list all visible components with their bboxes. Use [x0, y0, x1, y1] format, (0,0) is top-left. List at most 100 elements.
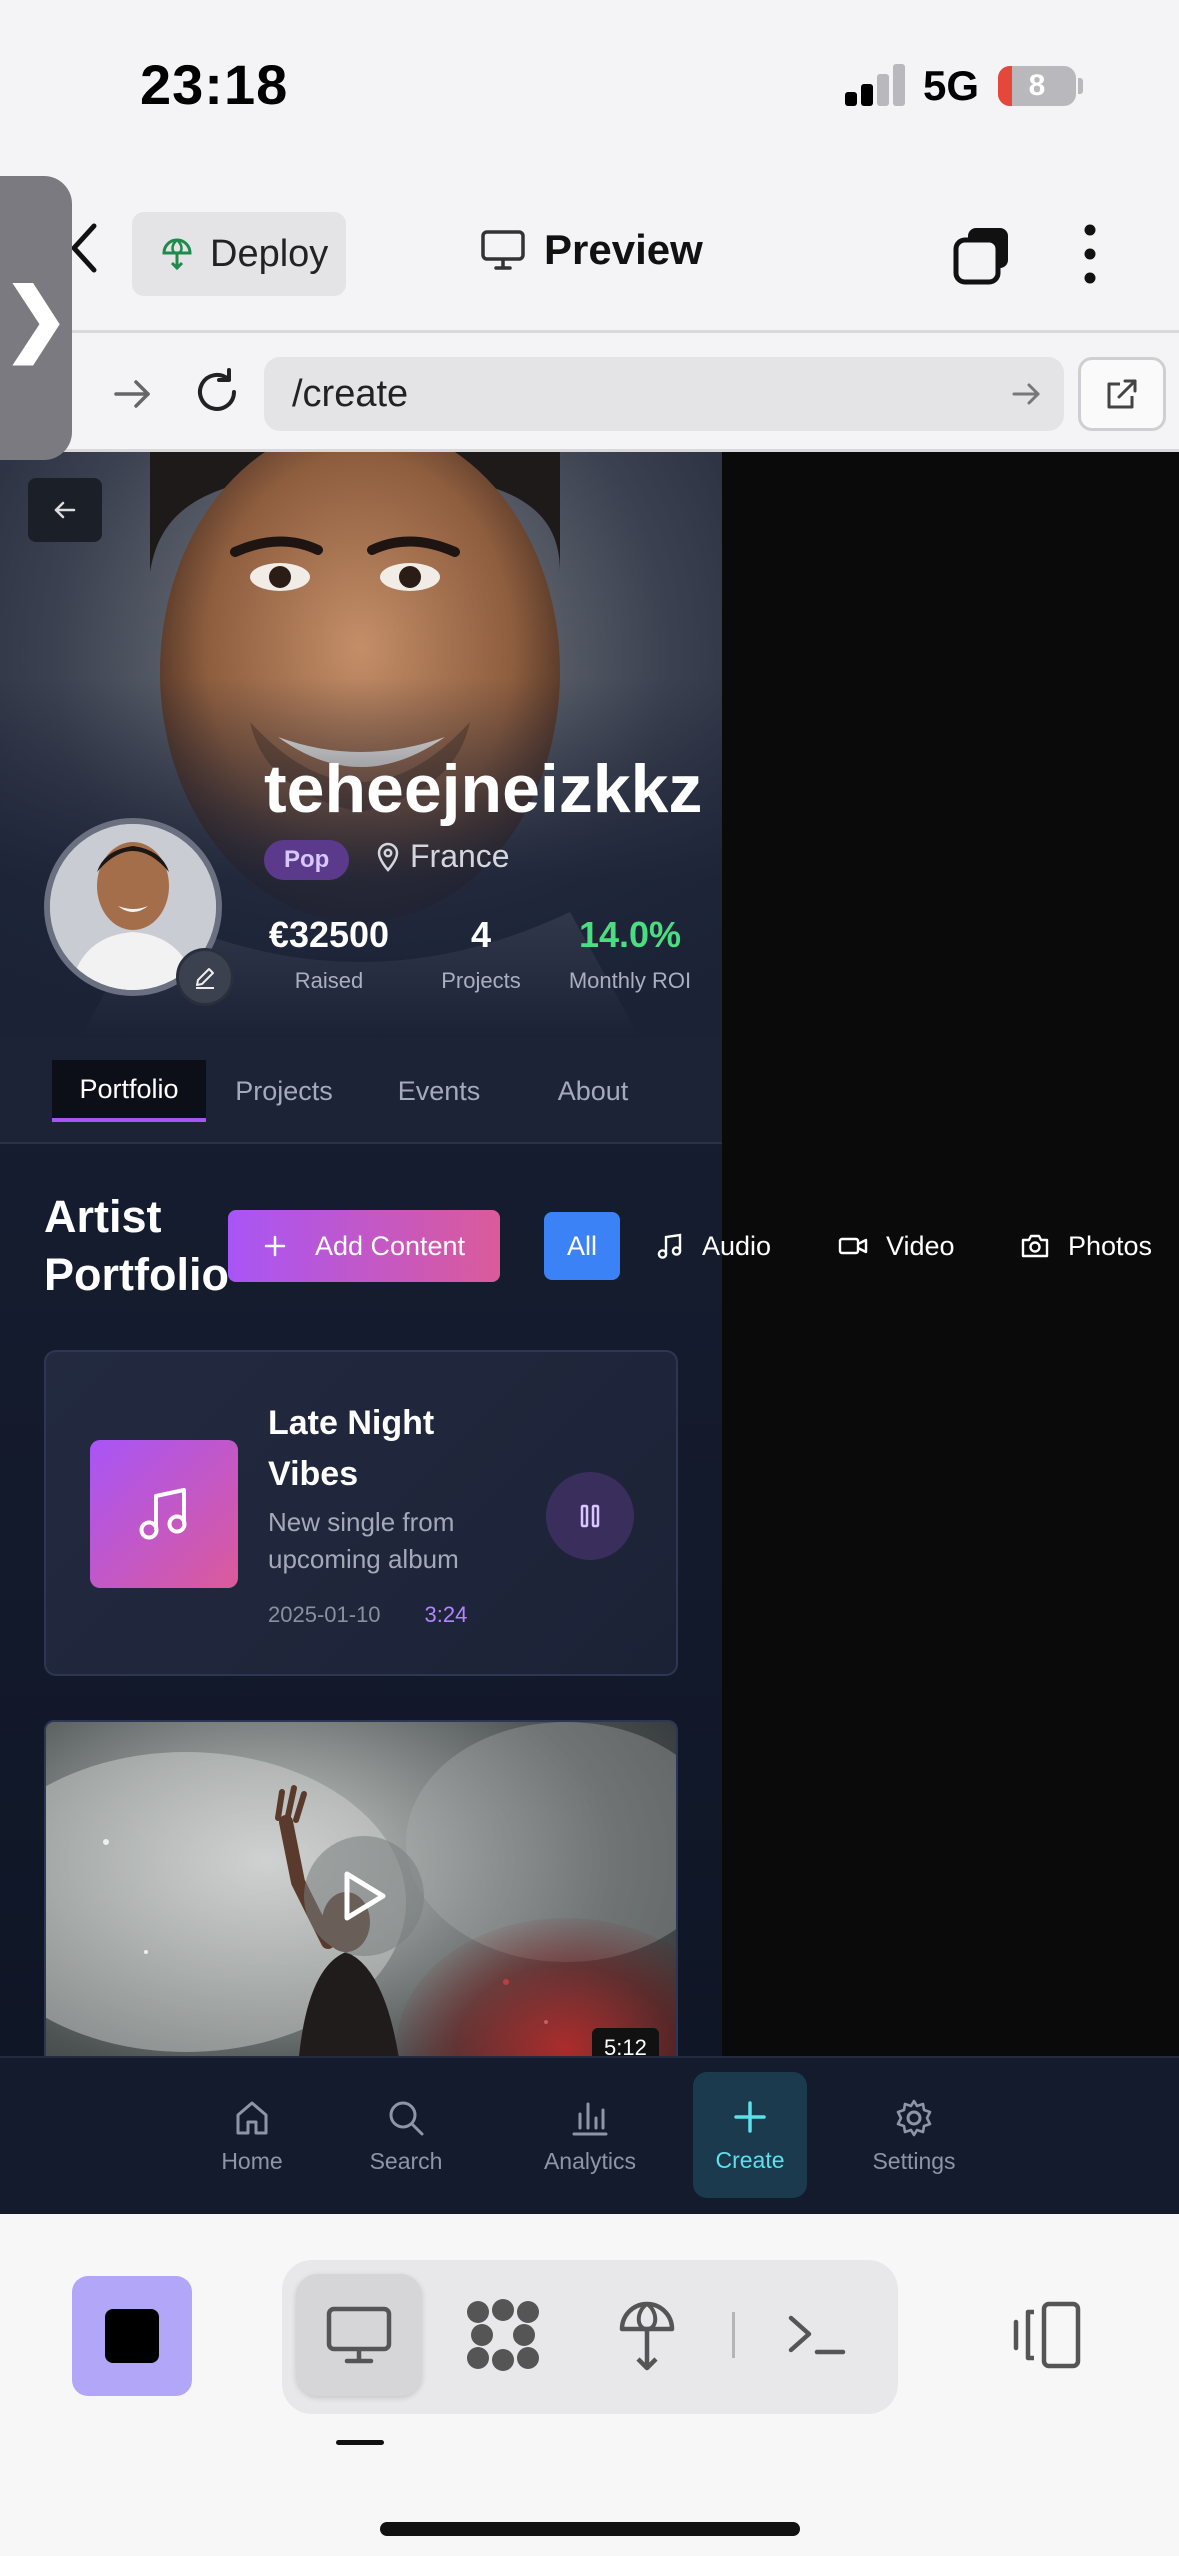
external-link-icon [1107, 379, 1137, 409]
stat-roi-value: 14.0% [578, 914, 682, 955]
forward-arrow-icon[interactable] [110, 371, 156, 417]
nav-home[interactable]: Home [196, 2074, 308, 2198]
deploy-icon [619, 2301, 675, 2371]
profile-back-button[interactable] [28, 478, 102, 542]
url-input[interactable]: /create [264, 357, 1064, 431]
camera-icon [1021, 1234, 1049, 1258]
preview-title: Preview [480, 226, 703, 274]
active-view-indicator [336, 2440, 384, 2445]
preview-view-button[interactable] [296, 2274, 422, 2396]
terminal-icon [788, 2315, 846, 2355]
play-button[interactable] [304, 1836, 424, 1956]
filter-photos[interactable]: Photos [1020, 1212, 1152, 1280]
filter-video[interactable]: Video [838, 1212, 955, 1280]
stat-projects-label: Projects [441, 968, 521, 993]
sidebar-drawer-handle[interactable]: ❯ [0, 176, 72, 460]
portfolio-title: Artist Portfolio [44, 1188, 229, 1304]
location-label: France [410, 838, 510, 874]
preview-label: Preview [544, 226, 703, 273]
deploy-button[interactable]: Deploy [132, 212, 346, 296]
nav-search-label: Search [369, 2147, 443, 2174]
dock-separator [732, 2312, 735, 2358]
music-note-icon [139, 1488, 187, 1540]
tab-events[interactable]: Events [382, 1060, 496, 1122]
tabs-icon[interactable] [952, 226, 1012, 286]
nav-home-label: Home [221, 2147, 283, 2174]
filter-all[interactable]: All [544, 1212, 620, 1280]
bottom-nav: Home Search Analytics Create Settings [0, 2056, 1179, 2214]
genre-badge: Pop [264, 840, 350, 880]
panel-toggle-icon[interactable] [1010, 2300, 1082, 2370]
pause-icon [580, 1504, 600, 1528]
terminal-button[interactable] [754, 2274, 880, 2396]
open-external-button[interactable] [1078, 357, 1166, 431]
nav-create[interactable]: Create [693, 2072, 807, 2198]
monitor-icon [326, 2306, 392, 2364]
battery-tip [1078, 78, 1083, 94]
arrow-left-icon [54, 501, 76, 519]
app-toolbar: Deploy Preview [0, 170, 1179, 330]
status-time: 23:18 [140, 53, 289, 116]
play-icon [344, 1871, 386, 1921]
battery-icon: 8 [998, 66, 1076, 106]
nav-create-label: Create [715, 2146, 785, 2173]
artist-name: teheejneizkkz [264, 751, 703, 827]
stop-icon [105, 2309, 159, 2363]
deploy-icon [162, 238, 192, 271]
network-type: 5G [923, 62, 980, 109]
audio-description: New single from upcoming album [268, 1507, 459, 1574]
nav-settings[interactable]: Settings [858, 2074, 970, 2198]
drawer-chevron-icon: ❯ [2, 273, 70, 362]
audio-date: 2025-01-10 [268, 1602, 381, 1627]
battery-level: 8 [1028, 69, 1046, 102]
add-content-label: Add Content [314, 1230, 466, 1261]
tab-about[interactable]: About [536, 1060, 650, 1122]
video-item-card[interactable]: 5:12 [44, 1720, 678, 2056]
map-pin-icon [377, 842, 399, 872]
stat-roi: 14.0% Monthly ROI [560, 914, 700, 994]
agents-view-button[interactable] [440, 2274, 566, 2396]
reload-icon[interactable] [192, 367, 242, 417]
video-camera-icon [838, 1237, 868, 1255]
nav-analytics-label: Analytics [543, 2147, 637, 2174]
filter-video-label: Video [886, 1230, 955, 1261]
ide-dock [0, 2214, 1179, 2556]
audio-title: Late Night Vibes [268, 1404, 435, 1493]
stat-projects: 4 Projects [426, 914, 536, 994]
audio-thumbnail [90, 1440, 238, 1588]
tab-portfolio[interactable]: Portfolio [52, 1060, 206, 1122]
pause-button[interactable] [546, 1472, 634, 1560]
stat-raised-label: Raised [294, 968, 364, 993]
filter-photos-label: Photos [1068, 1230, 1153, 1261]
go-arrow-icon[interactable] [1010, 377, 1044, 411]
nav-search[interactable]: Search [350, 2074, 462, 2198]
stat-raised: €32500 Raised [264, 914, 394, 994]
tab-projects[interactable]: Projects [222, 1060, 346, 1122]
nav-settings-label: Settings [872, 2147, 956, 2174]
nav-analytics[interactable]: Analytics [522, 2074, 658, 2198]
deploy-view-button[interactable] [584, 2274, 710, 2396]
audio-meta: 2025-01-10 3:24 [268, 1602, 467, 1628]
more-options-icon[interactable] [1072, 222, 1108, 286]
monitor-icon [481, 230, 525, 270]
portfolio-title-line2: Portfolio [44, 1249, 229, 1300]
home-indicator [380, 2522, 800, 2536]
audio-item-card[interactable]: Late Night Vibes New single from upcomin… [44, 1350, 678, 1676]
plus-icon [264, 1235, 286, 1257]
stat-projects-value: 4 [470, 914, 492, 955]
stat-raised-value: €32500 [268, 914, 390, 955]
edit-avatar-button[interactable] [176, 948, 234, 1006]
pencil-icon [196, 968, 214, 989]
network-blob-icon [467, 2299, 539, 2371]
preview-viewport: teheejneizkkz Pop France €32500 Raised 4… [0, 452, 1179, 2214]
portfolio-title-line1: Artist [44, 1191, 162, 1242]
status-bar: 23:18 5G 8 [0, 0, 1179, 170]
stop-button[interactable] [72, 2276, 192, 2396]
view-switcher [282, 2260, 898, 2414]
deploy-label: Deploy [210, 232, 329, 275]
filter-audio[interactable]: Audio [656, 1212, 771, 1280]
audio-duration: 3:24 [424, 1602, 468, 1627]
filter-audio-label: Audio [702, 1230, 772, 1261]
stat-roi-label: Monthly ROI [568, 968, 692, 993]
add-content-button[interactable]: Add Content [228, 1210, 500, 1282]
